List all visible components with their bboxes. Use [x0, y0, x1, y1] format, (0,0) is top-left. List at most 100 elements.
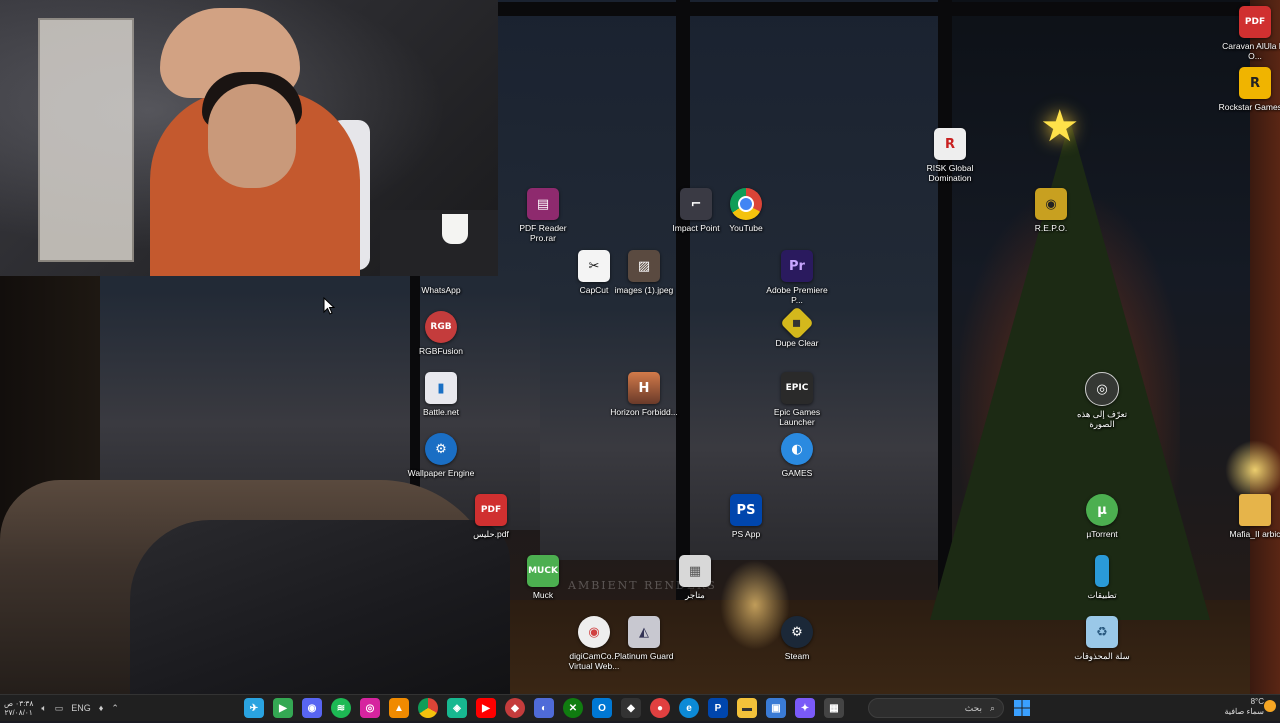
steam-icon: ⚙ — [781, 616, 813, 648]
desktop-icon-pdf-file[interactable]: PDF حليس.pdf — [454, 494, 528, 539]
desktop-icon-image-jpeg[interactable]: ▨ images (1).jpeg — [607, 250, 681, 295]
digicam-icon: ◉ — [578, 616, 610, 648]
desktop-icon-apps-folder[interactable]: تطبيقات — [1065, 555, 1139, 600]
xbox-icon[interactable]: ✕ — [563, 698, 583, 718]
copilot-icon[interactable]: ◐ — [534, 698, 554, 718]
copilot-app-icon[interactable]: ✦ — [795, 698, 815, 718]
desktop-icon-recycle-bin[interactable]: ♻ سلة المحذوفات — [1065, 616, 1139, 661]
desktop-icon-games[interactable]: ◐ GAMES — [760, 433, 834, 478]
desktop-icon-risk[interactable]: R RISK Global Domination — [913, 128, 987, 183]
volume-icon[interactable]: 🔈︎ — [41, 703, 46, 714]
rgbfusion-taskbar-icon[interactable]: ◆ — [505, 698, 525, 718]
risk-game-icon: R — [934, 128, 966, 160]
instagram-icon[interactable]: ◎ — [360, 698, 380, 718]
premiere-icon: Pr — [781, 250, 813, 282]
windows-logo-icon — [1014, 700, 1030, 716]
clock-date: ٢٧/٠٨/٠١ — [4, 708, 33, 717]
taskbar: ٠٣:٣٨ ص ٢٧/٠٨/٠١ 🔈︎ ▭ ENG ♦ ⌃ ✈ ▶ ◉ ≋ ◎ … — [0, 694, 1280, 721]
telegram-icon[interactable]: ✈ — [244, 698, 264, 718]
start-button[interactable] — [1012, 698, 1032, 718]
pdf-file-icon: PDF — [475, 494, 507, 526]
chrome-icon[interactable] — [418, 698, 438, 718]
image-file-icon: ▨ — [628, 250, 660, 282]
desktop-icon-stores[interactable]: ▦ متاجر — [658, 555, 732, 600]
lamp-glow — [1225, 440, 1280, 500]
desktop-icon-battlenet[interactable]: ▮ Battle.net — [404, 372, 478, 417]
desktop-icon-dupe-clear[interactable]: ◆ Dupe Clear — [760, 306, 834, 348]
desktop-icon-ps-app[interactable]: PS PS App — [709, 494, 783, 539]
desktop-icon-rgbfusion[interactable]: RGB RGBFusion — [404, 311, 478, 356]
weather-temperature: 8°C — [1250, 697, 1264, 706]
spotify-icon[interactable]: ≋ — [331, 698, 351, 718]
capcut-taskbar-icon[interactable]: ◈ — [447, 698, 467, 718]
blanket — [130, 520, 510, 694]
whatsapp-icon — [425, 250, 457, 282]
microphone-icon[interactable]: ♦ — [99, 703, 104, 713]
epic-games-icon: EPIC — [781, 372, 813, 404]
desktop-icon-epic-games[interactable]: EPIC Epic Games Launcher — [760, 372, 834, 427]
wallpaper-engine-icon: ⚙ — [425, 433, 457, 465]
network-icon[interactable]: ▭ — [55, 703, 64, 714]
webcam-cup — [442, 214, 468, 244]
rgbfusion-icon: RGB — [425, 311, 457, 343]
youtube-icon[interactable]: ▶ — [476, 698, 496, 718]
winrar-archive-icon: ▤ — [527, 188, 559, 220]
desktop-icon-pdf-reader-rar[interactable]: ▤ PDF Reader Pro.rar — [506, 188, 580, 243]
recorder-icon[interactable]: ● — [650, 698, 670, 718]
learn-about-picture-icon: ◎ — [1085, 372, 1119, 406]
platinum-guard-icon: ◭ — [628, 616, 660, 648]
tree-star-icon: ★ — [1040, 102, 1080, 151]
desktop-icon-learn-about-picture[interactable]: ◎ تعرّف إلى هذه الصورة — [1065, 372, 1139, 429]
desktop-icon-platinum-guard[interactable]: ◭ Platinum Guard — [607, 616, 681, 661]
desktop-icon-mafia-folder[interactable]: Mafia_II arbic — [1218, 494, 1280, 539]
weather-description: سماء صافية — [1224, 707, 1264, 716]
horizon-game-icon: H — [628, 372, 660, 404]
clock-time: ٠٣:٣٨ ص — [4, 699, 34, 708]
utorrent-icon: µ — [1086, 494, 1118, 526]
calculator-icon[interactable]: ▦ — [824, 698, 844, 718]
playstation-icon: PS — [730, 494, 762, 526]
desktop-icon-wallpaper-engine[interactable]: ⚙ Wallpaper Engine — [404, 433, 478, 478]
vlc-icon[interactable]: ▲ — [389, 698, 409, 718]
desktop-icon-rockstar[interactable]: R Rockstar Games ... — [1218, 67, 1280, 112]
desktop-icon-premiere[interactable]: Pr Adobe Premiere P... — [760, 250, 834, 305]
outlook-icon[interactable]: O — [592, 698, 612, 718]
webcam-person-face — [208, 84, 296, 188]
play-store-icon[interactable]: ▶ — [273, 698, 293, 718]
taskbar-apps: ✈ ▶ ◉ ≋ ◎ ▲ ◈ ▶ ◆ ◐ ✕ O ◆ ● e P ▬ ▣ ✦ ▦ — [244, 695, 844, 721]
rockstar-icon: R — [1239, 67, 1271, 99]
desktop-icon-muck[interactable]: MUCK Muck — [506, 555, 580, 600]
search-placeholder: بحث — [964, 702, 982, 713]
weather-widget[interactable]: 8°C سماء صافية — [1204, 697, 1264, 719]
pdf-file-icon: PDF — [1239, 6, 1271, 38]
desktop-icon-steam[interactable]: ⚙ Steam — [760, 616, 834, 661]
language-indicator[interactable]: ENG — [71, 703, 91, 713]
desktop-icon-whatsapp[interactable]: WhatsApp — [404, 250, 478, 295]
edge-icon[interactable]: e — [679, 698, 699, 718]
muck-game-icon: MUCK — [527, 555, 559, 587]
search-icon: ⌕ — [989, 702, 995, 713]
folder-icon — [1239, 494, 1271, 526]
desktop-icon-repo[interactable]: ◉ R.E.P.O. — [1014, 188, 1088, 233]
moon-weather-icon — [1264, 700, 1276, 712]
file-explorer-icon[interactable]: ▬ — [737, 698, 757, 718]
playstation-taskbar-icon[interactable]: P — [708, 698, 728, 718]
desktop-icon-utorrent[interactable]: µ µTorrent — [1065, 494, 1139, 539]
repo-game-icon: ◉ — [1035, 188, 1067, 220]
recycle-bin-icon: ♻ — [1086, 616, 1118, 648]
stores-shortcut-icon: ▦ — [679, 555, 711, 587]
github-icon[interactable]: ◆ — [621, 698, 641, 718]
dupe-clear-icon: ◆ — [780, 306, 814, 340]
discord-icon[interactable]: ◉ — [302, 698, 322, 718]
show-hidden-icons-chevron-icon[interactable]: ⌃ — [111, 703, 119, 714]
store-icon[interactable]: ▣ — [766, 698, 786, 718]
desktop-icon-horizon[interactable]: H Horizon Forbidd... — [607, 372, 681, 417]
apps-folder-icon — [1095, 555, 1109, 587]
desktop-icon-youtube[interactable]: YouTube — [709, 188, 783, 233]
capcut-icon: ✂ — [578, 250, 610, 282]
desktop-icon-caravan-pdf[interactable]: PDF Caravan AlUla by O... — [1218, 6, 1280, 61]
taskbar-search-box[interactable]: بحث ⌕ — [868, 698, 1004, 718]
taskbar-clock[interactable]: ٠٣:٣٨ ص ٢٧/٠٨/٠١ — [4, 699, 33, 717]
system-tray: ٠٣:٣٨ ص ٢٧/٠٨/٠١ 🔈︎ ▭ ENG ♦ ⌃ — [4, 695, 119, 721]
battlenet-icon: ▮ — [425, 372, 457, 404]
